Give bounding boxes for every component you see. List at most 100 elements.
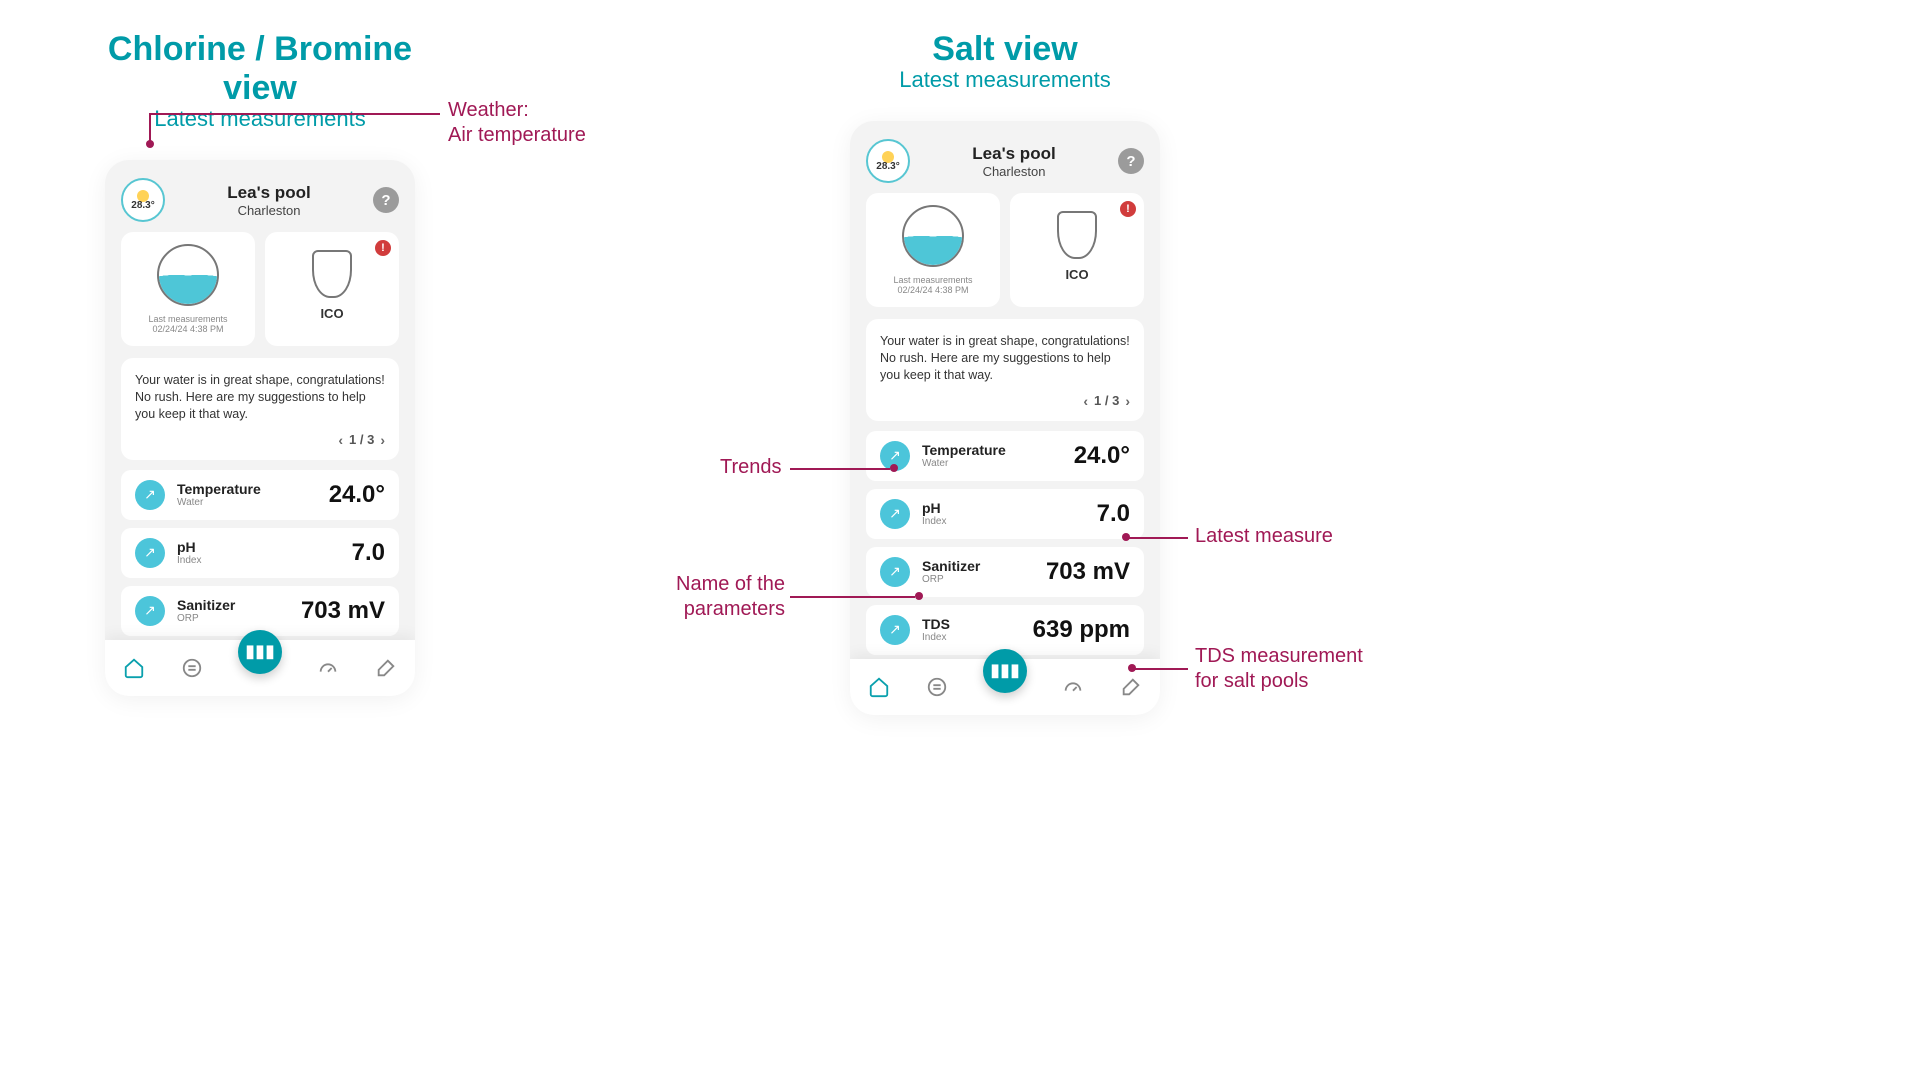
- measure-value: 7.0: [1097, 500, 1130, 528]
- chlorine-view-title: Chlorine / Bromine view: [105, 30, 415, 108]
- measure-sub: Index: [922, 632, 1033, 643]
- help-button[interactable]: ?: [373, 187, 399, 213]
- card-last-measurements[interactable]: Last measurements 02/24/24 4:38 PM: [866, 193, 1000, 307]
- measure-name: pH: [922, 500, 1097, 516]
- trend-up-icon: ↗: [880, 557, 910, 587]
- card-last-timestamp: 02/24/24 4:38 PM: [129, 324, 247, 334]
- salt-view-subtitle: Latest measurements: [850, 67, 1160, 93]
- measure-ph[interactable]: ↗ pH Index 7.0: [866, 489, 1144, 539]
- nav-gauge-icon[interactable]: [1061, 675, 1085, 699]
- weather-temp: 28.3°: [876, 161, 899, 172]
- pool-location: Charleston: [165, 203, 373, 218]
- measure-sub: Water: [177, 497, 329, 508]
- measure-name: TDS: [922, 616, 1033, 632]
- measure-value: 703 mV: [301, 597, 385, 625]
- card-last-measurements[interactable]: Last measurements 02/24/24 4:38 PM: [121, 232, 255, 346]
- advice-card[interactable]: Your water is in great shape, congratula…: [121, 358, 399, 460]
- annotation-trends: Trends: [720, 455, 782, 480]
- nav-edit-icon[interactable]: [1119, 675, 1143, 699]
- advice-card[interactable]: Your water is in great shape, congratula…: [866, 319, 1144, 421]
- bottom-nav: ▮▮▮: [105, 640, 415, 696]
- measure-tds[interactable]: ↗ TDS Index 639 ppm: [866, 605, 1144, 655]
- measure-value: 24.0°: [1074, 442, 1130, 470]
- chlorine-view-subtitle: Latest measurements: [105, 106, 415, 132]
- annotation-line: [790, 468, 890, 470]
- weather-badge[interactable]: 28.3°: [121, 178, 165, 222]
- measure-name: Sanitizer: [922, 558, 1046, 574]
- pager-prev[interactable]: ‹: [338, 431, 343, 450]
- annotation-dot: [915, 592, 923, 600]
- bottom-nav: ▮▮▮: [850, 659, 1160, 715]
- annotation-line: [150, 113, 440, 115]
- annotation-latest-measure: Latest measure: [1195, 524, 1333, 549]
- nav-list-icon[interactable]: [180, 656, 204, 680]
- measure-sanitizer[interactable]: ↗ Sanitizer ORP 703 mV: [121, 586, 399, 636]
- pager-next[interactable]: ›: [380, 431, 385, 450]
- measure-name: Temperature: [922, 442, 1074, 458]
- card-last-timestamp: 02/24/24 4:38 PM: [874, 285, 992, 295]
- annotation-dot: [890, 464, 898, 472]
- phone-frame-chlorine: 28.3° Lea's pool Charleston ? Last measu…: [105, 160, 415, 696]
- trend-up-icon: ↗: [135, 538, 165, 568]
- card-ico-label: ICO: [1018, 267, 1136, 282]
- measure-sub: Index: [922, 516, 1097, 527]
- annotation-dot: [1128, 664, 1136, 672]
- trend-up-icon: ↗: [135, 480, 165, 510]
- pager-next[interactable]: ›: [1125, 392, 1130, 411]
- measure-sub: Water: [922, 458, 1074, 469]
- trend-up-icon: ↗: [135, 596, 165, 626]
- measure-temperature[interactable]: ↗ Temperature Water 24.0°: [866, 431, 1144, 481]
- card-ico[interactable]: ! ICO: [265, 232, 399, 346]
- measure-sub: ORP: [177, 613, 301, 624]
- ico-device-icon: [1057, 211, 1097, 259]
- pager-label: 1 / 3: [1094, 392, 1119, 410]
- weather-temp: 28.3°: [131, 200, 154, 211]
- annotation-line: [149, 113, 151, 143]
- annotation-line: [1128, 537, 1188, 539]
- measure-value: 7.0: [352, 539, 385, 567]
- pool-icon: [157, 244, 219, 306]
- nav-center-button[interactable]: ▮▮▮: [983, 649, 1027, 693]
- alert-icon: !: [375, 240, 391, 256]
- barcode-icon: ▮▮▮: [990, 660, 1020, 681]
- measure-value: 703 mV: [1046, 558, 1130, 586]
- nav-home-icon[interactable]: [867, 675, 891, 699]
- pool-location: Charleston: [910, 164, 1118, 179]
- nav-gauge-icon[interactable]: [316, 656, 340, 680]
- annotation-tds: TDS measurement for salt pools: [1195, 644, 1363, 694]
- annotation-param-name: Name of the parameters: [676, 572, 785, 622]
- measure-sanitizer[interactable]: ↗ Sanitizer ORP 703 mV: [866, 547, 1144, 597]
- ico-device-icon: [312, 250, 352, 298]
- nav-edit-icon[interactable]: [374, 656, 398, 680]
- card-ico-label: ICO: [273, 306, 391, 321]
- measure-value: 24.0°: [329, 481, 385, 509]
- measure-ph[interactable]: ↗ pH Index 7.0: [121, 528, 399, 578]
- advice-text: Your water is in great shape, congratula…: [880, 333, 1130, 384]
- weather-badge[interactable]: 28.3°: [866, 139, 910, 183]
- salt-view-title: Salt view: [850, 30, 1160, 69]
- card-last-label: Last measurements: [874, 275, 992, 285]
- card-ico[interactable]: ! ICO: [1010, 193, 1144, 307]
- measure-name: pH: [177, 539, 352, 555]
- help-button[interactable]: ?: [1118, 148, 1144, 174]
- trend-up-icon: ↗: [880, 499, 910, 529]
- nav-center-button[interactable]: ▮▮▮: [238, 630, 282, 674]
- pool-name: Lea's pool: [910, 144, 1118, 164]
- measure-temperature[interactable]: ↗ Temperature Water 24.0°: [121, 470, 399, 520]
- nav-list-icon[interactable]: [925, 675, 949, 699]
- pool-icon: [902, 205, 964, 267]
- pool-name: Lea's pool: [165, 183, 373, 203]
- phone-frame-salt: 28.3° Lea's pool Charleston ? Last measu…: [850, 121, 1160, 715]
- card-last-label: Last measurements: [129, 314, 247, 324]
- annotation-dot: [1122, 533, 1130, 541]
- advice-text: Your water is in great shape, congratula…: [135, 372, 385, 423]
- trend-up-icon: ↗: [880, 615, 910, 645]
- pager-prev[interactable]: ‹: [1083, 392, 1088, 411]
- alert-icon: !: [1120, 201, 1136, 217]
- annotation-weather: Weather: Air temperature: [448, 98, 586, 148]
- annotation-line: [790, 596, 915, 598]
- nav-home-icon[interactable]: [122, 656, 146, 680]
- barcode-icon: ▮▮▮: [245, 641, 275, 662]
- measure-sub: ORP: [922, 574, 1046, 585]
- pager-label: 1 / 3: [349, 431, 374, 449]
